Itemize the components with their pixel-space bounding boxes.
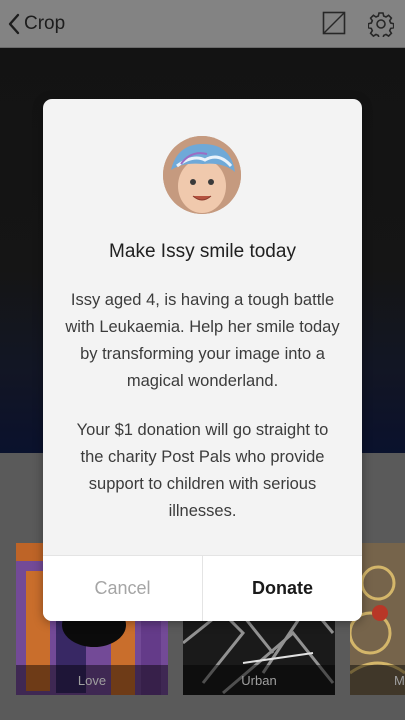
- dialog-description: Issy aged 4, is having a tough battle wi…: [65, 291, 340, 390]
- cancel-button[interactable]: Cancel: [43, 556, 203, 621]
- child-photo: [163, 136, 241, 214]
- dialog-actions: Cancel Donate: [43, 555, 362, 621]
- donation-info-text: Your $1 donation will go straight to the…: [76, 421, 329, 520]
- donate-button[interactable]: Donate: [203, 556, 362, 621]
- dialog-title: Make Issy smile today: [109, 241, 296, 262]
- donation-dialog: Make Issy smile today Issy aged 4, is ha…: [43, 99, 362, 621]
- child-photo-avatar: [163, 136, 241, 214]
